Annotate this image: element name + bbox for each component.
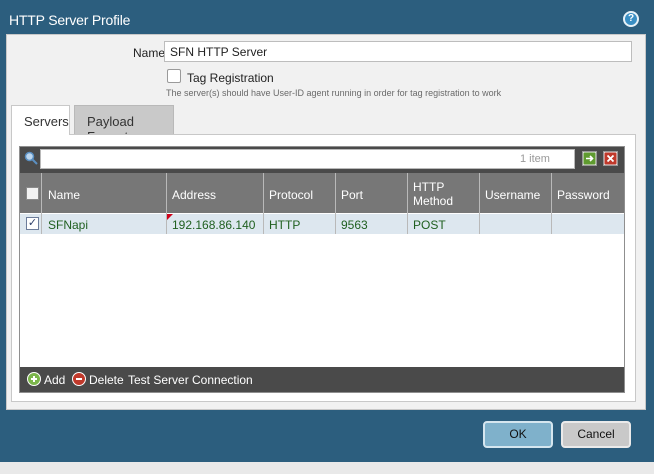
column-header-protocol[interactable]: Protocol <box>269 188 313 202</box>
tag-registration-label: Tag Registration <box>187 71 274 85</box>
column-header-username[interactable]: Username <box>485 188 540 202</box>
cell-name[interactable]: SFNapi <box>48 218 88 232</box>
apply-filter-button[interactable] <box>582 151 597 166</box>
name-input[interactable] <box>164 41 632 62</box>
tab-servers-label: Servers <box>24 114 69 129</box>
cell-address: 192.168.86.140 <box>172 218 256 232</box>
filter-input[interactable] <box>40 149 575 169</box>
column-divider <box>263 173 264 234</box>
column-header-http-method[interactable]: HTTP Method <box>413 180 457 208</box>
dialog-title: HTTP Server Profile <box>9 12 131 28</box>
cancel-button[interactable]: Cancel <box>561 421 631 448</box>
search-icon <box>24 151 38 165</box>
add-icon[interactable] <box>27 372 41 386</box>
tag-registration-checkbox[interactable] <box>167 69 181 83</box>
dialog-titlebar: HTTP Server Profile ? <box>0 0 654 34</box>
ok-button[interactable]: OK <box>483 421 553 448</box>
tag-registration-hint: The server(s) should have User-ID agent … <box>166 88 502 98</box>
item-count: 1 item <box>520 153 550 165</box>
column-header-port[interactable]: Port <box>341 188 363 202</box>
add-button[interactable]: Add <box>44 373 65 387</box>
window-bottom-edge <box>0 462 654 474</box>
cell-protocol: HTTP <box>269 218 301 232</box>
name-label: Name <box>133 46 166 60</box>
tab-payload-format[interactable]: Payload Format <box>74 105 174 144</box>
select-all-checkbox[interactable] <box>26 187 39 200</box>
row-checkbox[interactable]: ✓ <box>26 217 39 230</box>
column-divider <box>551 173 552 234</box>
test-server-connection-button[interactable]: Test Server Connection <box>128 373 253 387</box>
cell-http-method: POST <box>413 218 446 232</box>
column-divider <box>407 173 408 234</box>
column-divider <box>479 173 480 234</box>
column-header-address[interactable]: Address <box>172 188 216 202</box>
delete-button[interactable]: Delete <box>89 373 124 387</box>
column-divider <box>166 173 167 234</box>
dialog-footer <box>0 411 654 462</box>
column-header-password[interactable]: Password <box>557 188 610 202</box>
cell-port: 9563 <box>341 218 368 232</box>
column-header-name[interactable]: Name <box>48 188 80 202</box>
column-divider <box>41 173 42 234</box>
clear-filter-button[interactable] <box>603 151 618 166</box>
delete-icon[interactable] <box>72 372 86 386</box>
apply-filter-icon <box>583 152 596 165</box>
clear-filter-icon <box>604 152 617 165</box>
help-icon[interactable]: ? <box>623 11 639 27</box>
tab-servers[interactable]: Servers <box>11 105 70 135</box>
http-server-profile-dialog: HTTP Server Profile ? Name Tag Registrat… <box>0 0 654 474</box>
table-row[interactable] <box>20 214 624 234</box>
column-divider <box>335 173 336 234</box>
